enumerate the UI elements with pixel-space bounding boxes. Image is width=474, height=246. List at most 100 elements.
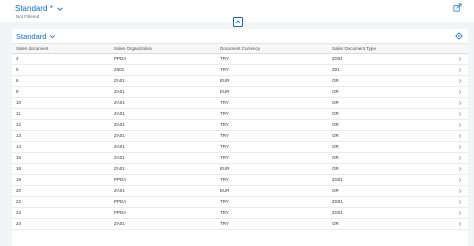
table-row[interactable]: 19 PPDA TRY ZS01	[12, 175, 468, 186]
table-toolbar: Standard	[12, 29, 468, 43]
cell-doc: 5	[16, 67, 19, 72]
chevron-down-icon[interactable]	[56, 5, 64, 13]
column-header-sales-document[interactable]: Sales document	[16, 44, 48, 53]
cell-cur: TRY	[220, 56, 229, 61]
cell-type: OR	[332, 155, 339, 160]
cell-org: ZA01	[114, 89, 125, 94]
table-row[interactable]: 9 ZA01 EUR OR	[12, 87, 468, 98]
cell-doc: 20	[16, 188, 22, 193]
chevron-right-icon[interactable]	[457, 177, 463, 183]
chevron-right-icon[interactable]	[457, 56, 463, 62]
chevron-right-icon[interactable]	[457, 100, 463, 106]
cell-type: OR	[332, 100, 339, 105]
chevron-right-icon[interactable]	[457, 122, 463, 128]
chevron-right-icon[interactable]	[457, 188, 463, 194]
cell-type: OR	[332, 111, 339, 116]
cell-doc: 23	[16, 210, 22, 215]
cell-type: OR	[332, 221, 339, 226]
cell-type: ZS01	[332, 199, 343, 204]
collapse-header-button[interactable]	[233, 17, 243, 27]
table-row[interactable]: 5 Z001 TRY Z01	[12, 65, 468, 76]
chevron-right-icon[interactable]	[457, 111, 463, 117]
cell-cur: TRY	[220, 122, 229, 127]
cell-doc: 10	[16, 100, 22, 105]
settings-gear-icon[interactable]	[455, 32, 463, 40]
cell-type: OR	[332, 89, 339, 94]
table-row[interactable]: 10 ZA01 TRY OR	[12, 98, 468, 109]
cell-cur: TRY	[220, 111, 229, 116]
cell-org: ZA01	[114, 221, 125, 226]
chevron-right-icon[interactable]	[457, 78, 463, 84]
chevron-right-icon[interactable]	[457, 199, 463, 205]
cell-org: ZA01	[114, 155, 125, 160]
cell-type: OR	[332, 78, 339, 83]
table-row[interactable]: 2 PPDA TRY ZS01	[12, 54, 468, 65]
cell-doc: 19	[16, 177, 22, 182]
table-row[interactable]: 22 PPDA TRY ZS01	[12, 197, 468, 208]
variant-title[interactable]: Standard *	[15, 4, 53, 13]
variant-selector[interactable]: Standard *	[15, 4, 64, 13]
cell-type: ZS01	[332, 177, 343, 182]
cell-cur: TRY	[220, 100, 229, 105]
cell-doc: 24	[16, 221, 22, 226]
chevron-right-icon[interactable]	[457, 221, 463, 227]
cell-cur: EUR	[220, 166, 230, 171]
cell-org: ZA01	[114, 122, 125, 127]
share-icon[interactable]	[453, 3, 462, 12]
cell-org: PPDA	[114, 210, 127, 215]
table-row[interactable]: 12 ZA01 TRY OR	[12, 120, 468, 131]
table-row[interactable]: 23 PPDA TRY ZS01	[12, 208, 468, 219]
cell-org: PPDA	[114, 177, 127, 182]
column-header-sales-document-type[interactable]: Sales Document Type	[332, 44, 376, 53]
cell-doc: 15	[16, 155, 22, 160]
table-row[interactable]: 24 ZA01 TRY OR	[12, 219, 468, 230]
cell-cur: TRY	[220, 199, 229, 204]
cell-org: Z001	[114, 67, 125, 72]
cell-org: ZA01	[114, 78, 125, 83]
table-row[interactable]: 11 ZA01 TRY OR	[12, 109, 468, 120]
table-row[interactable]: 15 ZA01 TRY OR	[12, 153, 468, 164]
cell-doc: 18	[16, 166, 22, 171]
chevron-right-icon[interactable]	[457, 155, 463, 161]
cell-cur: TRY	[220, 67, 229, 72]
chevron-right-icon[interactable]	[457, 144, 463, 150]
column-header-sales-organization[interactable]: Sales Organization	[114, 44, 152, 53]
table-row[interactable]: 18 ZA01 EUR OR	[12, 164, 468, 175]
cell-type: OR	[332, 144, 339, 149]
chevron-right-icon[interactable]	[457, 210, 463, 216]
chevron-right-icon[interactable]	[457, 166, 463, 172]
table-row[interactable]: 20 ZA01 EUR OR	[12, 186, 468, 197]
cell-type: ZS01	[332, 210, 343, 215]
cell-type: OR	[332, 166, 339, 171]
cell-org: ZA01	[114, 133, 125, 138]
column-header-document-currency[interactable]: Document Currency	[220, 44, 260, 53]
chevron-down-icon[interactable]	[49, 33, 56, 40]
cell-type: ZS01	[332, 56, 343, 61]
cell-doc: 11	[16, 111, 21, 116]
cell-org: PPDA	[114, 56, 127, 61]
cell-org: ZA01	[114, 111, 125, 116]
table-variant-selector[interactable]: Standard	[16, 32, 56, 41]
cell-type: Z01	[332, 67, 340, 72]
cell-type: OR	[332, 122, 339, 127]
cell-doc: 9	[16, 89, 19, 94]
table-row[interactable]: 13 ZA01 TRY OR	[12, 131, 468, 142]
filter-status: Not Filtered	[16, 14, 40, 19]
cell-org: PPDA	[114, 199, 127, 204]
cell-org: ZA01	[114, 166, 125, 171]
cell-cur: TRY	[220, 133, 229, 138]
cell-cur: EUR	[220, 188, 230, 193]
cell-doc: 14	[16, 144, 22, 149]
chevron-right-icon[interactable]	[457, 89, 463, 95]
chevron-right-icon[interactable]	[457, 133, 463, 139]
cell-cur: EUR	[220, 78, 230, 83]
table-card: Standard Sales document Sales Organizati…	[12, 29, 468, 246]
cell-org: ZA01	[114, 188, 125, 193]
cell-cur: TRY	[220, 155, 229, 160]
cell-org: ZA01	[114, 144, 125, 149]
table-row[interactable]: 6 ZA01 EUR OR	[12, 76, 468, 87]
chevron-right-icon[interactable]	[457, 67, 463, 73]
table-variant-title[interactable]: Standard	[16, 32, 46, 41]
table-row[interactable]: 14 ZA01 TRY OR	[12, 142, 468, 153]
cell-type: OR	[332, 133, 339, 138]
